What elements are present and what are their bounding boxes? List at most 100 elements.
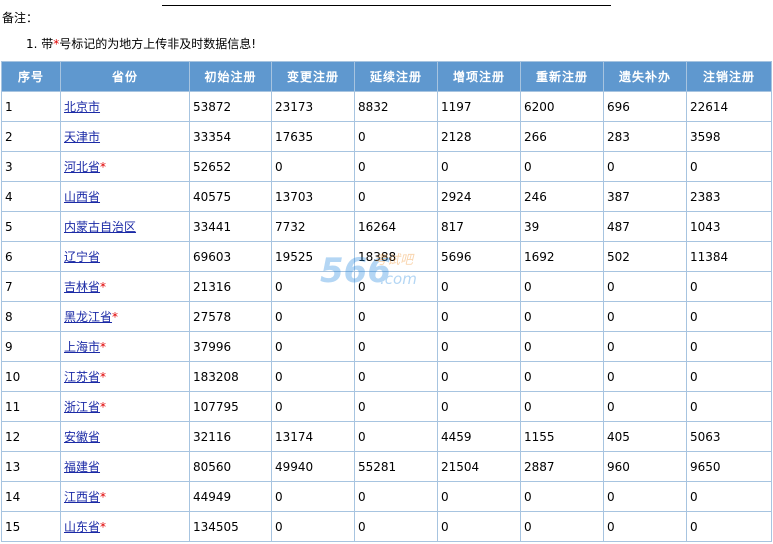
cell-renewal: 0 <box>354 481 438 512</box>
cell-change: 0 <box>271 271 355 302</box>
province-link[interactable]: 江苏省 <box>64 370 100 384</box>
cell-cancel: 0 <box>686 511 772 542</box>
province-cell: 河北省* <box>60 151 190 182</box>
cell-addition: 817 <box>437 211 521 242</box>
cell-change: 49940 <box>271 451 355 482</box>
registration-table: 序号 省份 初始注册 变更注册 延续注册 增项注册 重新注册 遗失补办 注销注册… <box>1 61 772 542</box>
cell-change: 13703 <box>271 181 355 212</box>
province-cell: 山西省 <box>60 181 190 212</box>
note-item-suffix: 号标记的为地方上传非及时数据信息! <box>59 37 257 51</box>
row-number: 11 <box>1 391 61 422</box>
table-row: 12 安徽省 32116 13174 0 4459 1155 405 5063 <box>1 421 772 452</box>
cell-change: 0 <box>271 301 355 332</box>
table-row: 8 黑龙江省* 27578 0 0 0 0 0 0 <box>1 301 772 332</box>
province-cell: 辽宁省 <box>60 241 190 272</box>
cell-initial: 80560 <box>189 451 272 482</box>
row-number: 2 <box>1 121 61 152</box>
cell-reregister: 1692 <box>520 241 604 272</box>
cell-initial: 27578 <box>189 301 272 332</box>
cell-lost-replace: 960 <box>603 451 687 482</box>
province-star-marker: * <box>100 160 107 174</box>
table-row: 5 内蒙古自治区 33441 7732 16264 817 39 487 1043 <box>1 211 772 242</box>
cell-cancel: 0 <box>686 481 772 512</box>
cell-change: 23173 <box>271 91 355 122</box>
cell-initial: 37996 <box>189 331 272 362</box>
cell-reregister: 0 <box>520 271 604 302</box>
province-link[interactable]: 河北省 <box>64 160 100 174</box>
province-star-marker: * <box>100 520 107 534</box>
cell-reregister: 0 <box>520 361 604 392</box>
cell-renewal: 0 <box>354 151 438 182</box>
cell-cancel: 22614 <box>686 91 772 122</box>
cell-cancel: 0 <box>686 151 772 182</box>
province-link[interactable]: 上海市 <box>64 340 100 354</box>
cell-change: 0 <box>271 481 355 512</box>
header-province: 省份 <box>60 61 190 92</box>
row-number: 5 <box>1 211 61 242</box>
cell-reregister: 0 <box>520 511 604 542</box>
cell-initial: 32116 <box>189 421 272 452</box>
cell-reregister: 0 <box>520 391 604 422</box>
row-number: 10 <box>1 361 61 392</box>
cell-reregister: 0 <box>520 151 604 182</box>
cell-change: 0 <box>271 391 355 422</box>
cell-reregister: 1155 <box>520 421 604 452</box>
cell-addition: 4459 <box>437 421 521 452</box>
cell-change: 17635 <box>271 121 355 152</box>
province-link[interactable]: 浙江省 <box>64 400 100 414</box>
row-number: 6 <box>1 241 61 272</box>
province-link[interactable]: 内蒙古自治区 <box>64 220 136 234</box>
province-link[interactable]: 辽宁省 <box>64 250 100 264</box>
province-cell: 江苏省* <box>60 361 190 392</box>
header-addition: 增项注册 <box>437 61 521 92</box>
cell-cancel: 3598 <box>686 121 772 152</box>
cell-cancel: 0 <box>686 271 772 302</box>
cell-cancel: 5063 <box>686 421 772 452</box>
cell-reregister: 39 <box>520 211 604 242</box>
cell-cancel: 11384 <box>686 241 772 272</box>
province-star-marker: * <box>100 400 107 414</box>
cell-initial: 183208 <box>189 361 272 392</box>
cell-cancel: 0 <box>686 301 772 332</box>
cell-renewal: 55281 <box>354 451 438 482</box>
province-link[interactable]: 北京市 <box>64 100 100 114</box>
cell-addition: 0 <box>437 481 521 512</box>
header-reregister: 重新注册 <box>520 61 604 92</box>
cell-lost-replace: 283 <box>603 121 687 152</box>
cell-reregister: 6200 <box>520 91 604 122</box>
cell-cancel: 1043 <box>686 211 772 242</box>
cell-initial: 53872 <box>189 91 272 122</box>
cell-change: 7732 <box>271 211 355 242</box>
cell-initial: 44949 <box>189 481 272 512</box>
province-link[interactable]: 天津市 <box>64 130 100 144</box>
province-link[interactable]: 安徽省 <box>64 430 100 444</box>
note-item-number: 1. <box>26 37 38 51</box>
cell-initial: 21316 <box>189 271 272 302</box>
table-row: 9 上海市* 37996 0 0 0 0 0 0 <box>1 331 772 362</box>
cell-renewal: 16264 <box>354 211 438 242</box>
cell-lost-replace: 0 <box>603 331 687 362</box>
province-cell: 黑龙江省* <box>60 301 190 332</box>
cell-renewal: 0 <box>354 331 438 362</box>
cell-initial: 33354 <box>189 121 272 152</box>
header-lost-replace: 遗失补办 <box>603 61 687 92</box>
province-link[interactable]: 福建省 <box>64 460 100 474</box>
cell-renewal: 0 <box>354 271 438 302</box>
header-initial: 初始注册 <box>189 61 272 92</box>
province-cell: 山东省* <box>60 511 190 542</box>
province-link[interactable]: 吉林省 <box>64 280 100 294</box>
row-number: 4 <box>1 181 61 212</box>
province-link[interactable]: 山东省 <box>64 520 100 534</box>
cell-reregister: 0 <box>520 481 604 512</box>
row-number: 14 <box>1 481 61 512</box>
row-number: 9 <box>1 331 61 362</box>
cell-initial: 107795 <box>189 391 272 422</box>
table-row: 4 山西省 40575 13703 0 2924 246 387 2383 <box>1 181 772 212</box>
cell-cancel: 0 <box>686 361 772 392</box>
province-link[interactable]: 江西省 <box>64 490 100 504</box>
province-link[interactable]: 山西省 <box>64 190 100 204</box>
province-link[interactable]: 黑龙江省 <box>64 310 112 324</box>
row-number: 7 <box>1 271 61 302</box>
cell-initial: 52652 <box>189 151 272 182</box>
province-cell: 江西省* <box>60 481 190 512</box>
